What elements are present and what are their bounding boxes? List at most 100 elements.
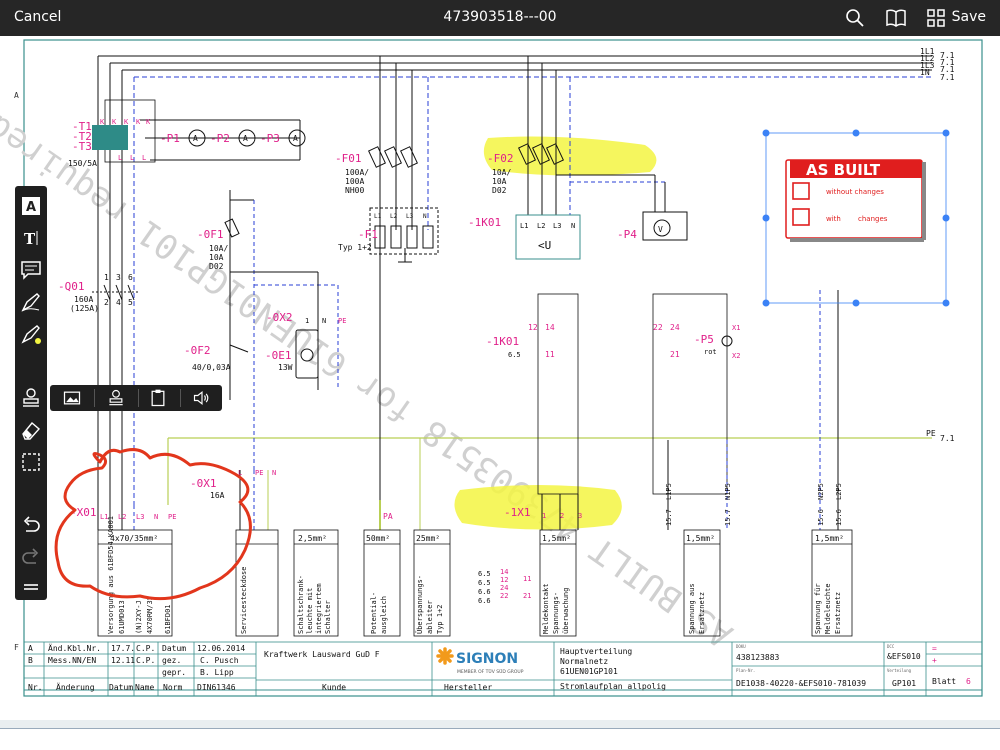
- as-built-stamp[interactable]: [765, 132, 947, 304]
- contact-1k01: [537, 293, 579, 495]
- pen-icon[interactable]: [19, 290, 43, 314]
- q01-rating-2: (125A): [70, 304, 99, 313]
- cable-size: 2,5mm²: [298, 534, 327, 543]
- f02-label: -F02: [487, 152, 514, 165]
- f1-terminal: L3: [406, 213, 414, 220]
- 0x2-terminal: PE: [338, 317, 346, 325]
- cross-ref: N2P5: [817, 483, 825, 500]
- 0x1-rating: 16A: [210, 491, 225, 500]
- row-mark-a: A: [14, 91, 19, 100]
- pin: 1: [104, 273, 109, 282]
- text-icon[interactable]: T: [19, 226, 43, 250]
- stamp-option-2: with: [826, 215, 841, 223]
- menu-icon[interactable]: [19, 576, 43, 600]
- f02-rating: D02: [492, 186, 507, 195]
- f02-rating: 10A/: [492, 168, 511, 177]
- 1k01c-ref: 6.5: [508, 351, 521, 359]
- header-kunde: Kunde: [322, 683, 346, 692]
- schematic-drawing: A F AS BUILT 473903518 for 61UEN01GP101 …: [0, 39, 983, 697]
- sheet-label: Blatt: [932, 677, 956, 686]
- eraser-icon[interactable]: [19, 418, 43, 442]
- q01-rating: 160A: [74, 295, 93, 304]
- 0f1-label: -0F1: [197, 228, 224, 241]
- ct-k: K: [124, 118, 129, 126]
- search-icon[interactable]: [843, 6, 867, 30]
- cable-desc: 61UMD013: [118, 600, 126, 634]
- sign-equal: =: [932, 644, 937, 653]
- header-aenderung: Änderung: [56, 682, 95, 692]
- cable-desc: (N)2XY-J: [135, 600, 143, 634]
- save-button[interactable]: Save: [952, 9, 986, 25]
- next-page-edge[interactable]: [0, 728, 1000, 750]
- cable-desc: Überspannungs-: [415, 575, 424, 634]
- 1k01-terminal: L1: [520, 222, 528, 230]
- ct-t3-label: -T3: [72, 140, 92, 153]
- ct-k: K: [112, 118, 117, 126]
- 1x1-terminal: 2: [560, 512, 564, 520]
- pin: 6: [128, 273, 133, 282]
- f02-rating: 10A: [492, 177, 507, 186]
- pin: 4: [116, 298, 121, 307]
- current-transformers: [92, 99, 301, 163]
- pa-label: PA: [383, 512, 393, 521]
- undo-icon[interactable]: [19, 514, 43, 538]
- signon-subtitle: MEMBER OF TÜV SÜD GROUP: [457, 668, 524, 675]
- clipboard-icon[interactable]: [148, 388, 168, 408]
- document-page[interactable]: A F AS BUILT 473903518 for 61UEN01GP101 …: [0, 36, 1000, 720]
- 1x1-terminal: 3: [578, 512, 582, 520]
- xref: 6.5: [478, 579, 491, 587]
- audio-icon[interactable]: [192, 388, 212, 408]
- f01-rating: NH00: [345, 186, 364, 195]
- red-markup-cloud[interactable]: [54, 448, 252, 601]
- loc-code: GP101: [892, 679, 916, 688]
- xref: 6.6: [478, 597, 491, 605]
- note-icon[interactable]: [19, 258, 43, 282]
- ct-k: K: [146, 118, 151, 126]
- f01-rating: 100A: [345, 177, 364, 186]
- ammeter-a: A: [293, 134, 298, 143]
- cable-desc: ausgleich: [380, 596, 388, 634]
- contact-pin: 14: [545, 323, 555, 332]
- grid-icon[interactable]: [924, 6, 948, 30]
- header-name: Name: [135, 683, 154, 692]
- stamp-icon[interactable]: [106, 388, 126, 408]
- cable-desc: Potential-: [370, 592, 378, 634]
- f01-rating: 100A/: [345, 168, 369, 177]
- p4-symbol: V: [658, 225, 663, 234]
- cable-size: 50mm²: [366, 534, 390, 543]
- cable-desc: Spannung für: [814, 583, 822, 634]
- stamp-option-1: without changes: [826, 188, 884, 196]
- xref: 6.5: [478, 570, 491, 578]
- cancel-button[interactable]: Cancel: [14, 9, 61, 25]
- xref: 14: [500, 568, 508, 576]
- header-nr: Nr.: [28, 683, 42, 692]
- image-icon[interactable]: [62, 388, 82, 408]
- 0f1-rating: D02: [209, 262, 224, 271]
- cross-ref: 15.7: [665, 509, 673, 526]
- ct-rating: 150/5A: [68, 159, 97, 168]
- cable-size: 4x70/35mm²: [110, 534, 158, 543]
- p3-label: -P3: [260, 132, 280, 145]
- ct-k: K: [100, 118, 105, 126]
- 0f2-label: -0F2: [184, 344, 211, 357]
- 0e1-label: -0E1: [265, 349, 292, 362]
- pe-label: PE: [926, 429, 936, 438]
- 0x1-terminal: N: [272, 469, 276, 477]
- 1k01-terminal: L2: [537, 222, 545, 230]
- text-box-icon[interactable]: A: [19, 194, 43, 218]
- redo-icon[interactable]: [19, 546, 43, 570]
- cable-size: 1,5mm²: [686, 534, 715, 543]
- highlighter-icon[interactable]: [19, 322, 43, 346]
- book-icon[interactable]: [884, 6, 908, 30]
- cable-desc: Ersatznetz: [834, 592, 842, 634]
- desc-line-4: Stromlaufplan allpolig: [560, 682, 666, 691]
- cable-size: 1,5mm²: [542, 534, 571, 543]
- contact-pin: 21: [670, 350, 680, 359]
- cable-desc: integriertem: [315, 583, 323, 634]
- cross-ref: 15.7: [724, 509, 732, 526]
- stamp-icon[interactable]: [19, 386, 43, 410]
- select-icon[interactable]: [19, 450, 43, 474]
- relay-contact: [652, 293, 728, 495]
- f01-label: -F01: [335, 152, 362, 165]
- 0x2-terminal: N: [322, 317, 326, 325]
